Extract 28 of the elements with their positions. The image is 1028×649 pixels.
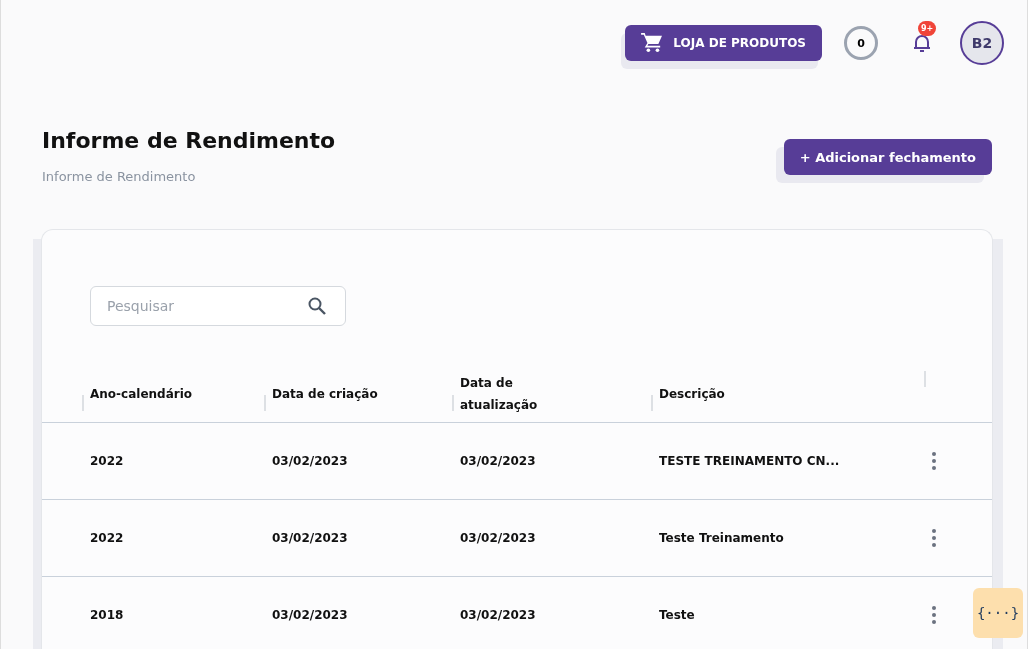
table-cell: 03/02/2023 [272, 454, 348, 468]
notification-badge: 9+ [918, 21, 937, 36]
more-options-icon[interactable] [932, 529, 936, 547]
table-cell: 2022 [90, 531, 124, 545]
column-header: Descrição [659, 385, 725, 403]
table-cell: 03/02/2023 [460, 454, 536, 468]
search-icon[interactable] [308, 297, 326, 315]
search-field[interactable]: Pesquisar [90, 286, 346, 326]
table-cell: Teste Treinamento [659, 531, 784, 545]
table-cell: 03/02/2023 [460, 531, 536, 545]
code-button[interactable]: {···} [973, 588, 1023, 638]
breadcrumb: Informe de Rendimento [42, 169, 197, 184]
page-title: Informe de Rendimento [42, 128, 336, 153]
table-cell: Teste [659, 608, 695, 622]
table-cell: 03/02/2023 [460, 608, 536, 622]
table-cell: 03/02/2023 [272, 608, 348, 622]
table-cell: 03/02/2023 [272, 531, 348, 545]
more-options-icon[interactable] [932, 452, 936, 470]
counter[interactable]: 0 [844, 26, 878, 60]
table-cell: 2022 [90, 454, 124, 468]
column-header: Data de criação [272, 385, 378, 403]
table-cell: TESTE TREINAMENTO CN... [659, 454, 840, 468]
column-header: Data de atualização [460, 374, 539, 414]
column-header: Ano-calendário [90, 385, 193, 403]
more-options-icon[interactable] [932, 606, 936, 624]
table-cell: 2018 [90, 608, 124, 622]
cart-icon [641, 33, 664, 53]
avatar[interactable]: B2 [960, 21, 1004, 65]
